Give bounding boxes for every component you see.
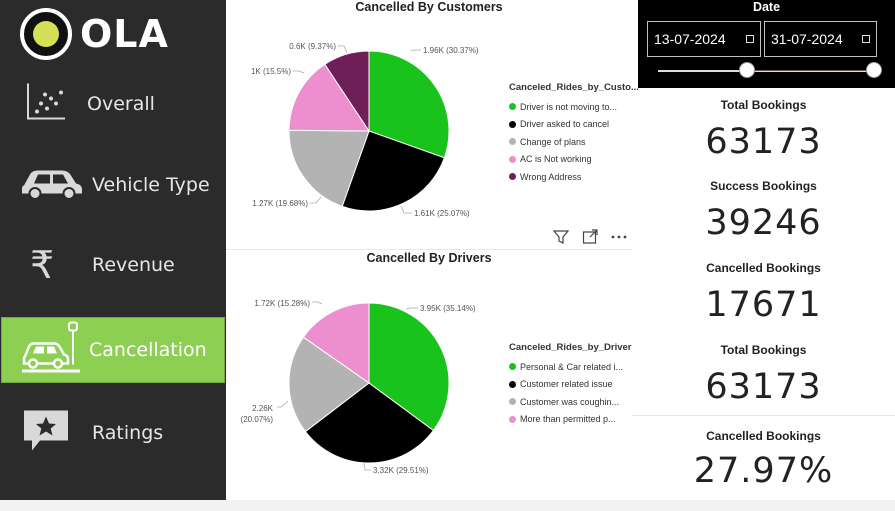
data-label: 1K (15.5%) (251, 67, 291, 76)
legend-dot (509, 415, 516, 423)
legend-label: Customer was coughin... (520, 396, 620, 407)
kpi-value-cancelled-bookings: 17671 (705, 285, 822, 325)
star-speech-bubble-icon (22, 409, 70, 458)
legend-label: Wrong Address (520, 171, 582, 182)
legend-dot (509, 138, 516, 146)
legend-item[interactable]: Driver is not moving to... (509, 98, 639, 116)
legend-dot (509, 120, 516, 128)
legend-dot (509, 173, 516, 181)
data-label: 3.95K (35.14%) (420, 304, 476, 313)
kpi-label-cancellation-rate: Cancelled Bookings (706, 429, 821, 443)
leader-line (310, 196, 322, 204)
kpi-label-cancelled-bookings: Cancelled Bookings (706, 261, 821, 275)
leader-line (293, 70, 305, 74)
bottom-strip (0, 500, 895, 511)
nav-label-revenue: Revenue (92, 254, 175, 276)
drivers-legend: Canceled_Rides_by_Driver Personal & Car … (509, 342, 632, 428)
data-label: 1.96K (30.37%) (423, 46, 479, 55)
legend-dot (509, 155, 516, 163)
start-date-input[interactable]: 13-07-2024 (647, 21, 761, 57)
legend-dot (509, 398, 516, 406)
kpi-label-total-bookings-2: Total Bookings (720, 343, 807, 357)
legend-item[interactable]: More than permitted p... (509, 411, 632, 429)
legend-item[interactable]: AC is Not working (509, 151, 639, 169)
legend-label: Customer related issue (520, 379, 613, 390)
kpi-value-total-bookings-2: 63173 (705, 367, 822, 407)
leader-line (312, 301, 323, 305)
car-parking-icon (22, 321, 82, 380)
data-label: 1.27K (19.68%) (252, 199, 308, 208)
legend-item[interactable]: Customer was coughin... (509, 393, 632, 411)
nav-item-ratings[interactable]: Ratings (0, 400, 226, 466)
end-date-value: 31-07-2024 (771, 31, 843, 47)
legend-label: More than permitted p... (520, 414, 616, 425)
focus-mode-icon[interactable] (582, 229, 598, 250)
kpi-value-cancellation-rate: 27.97% (693, 451, 834, 491)
nav-label-vehicle-type: Vehicle Type (92, 174, 210, 196)
customers-legend: Canceled_Rides_by_Custo... Driver is not… (509, 82, 639, 186)
legend-dot (509, 103, 516, 111)
legend-label: Driver is not moving to... (520, 101, 618, 112)
legend-dot (509, 380, 516, 388)
legend-item[interactable]: Wrong Address (509, 168, 639, 186)
legend-title: Canceled_Rides_by_Driver (509, 342, 632, 353)
brand-name: OLA (80, 12, 169, 56)
data-label: 0.6K (9.37%) (289, 42, 336, 51)
car-icon (20, 166, 84, 205)
more-options-icon[interactable] (610, 229, 628, 250)
date-filter-label: Date (752, 0, 781, 14)
end-date-input[interactable]: 31-07-2024 (764, 21, 877, 57)
nav-label-overall: Overall (87, 93, 155, 115)
leader-line (363, 462, 371, 471)
calendar-icon[interactable] (862, 35, 870, 43)
data-label: 1.61K (25.07%) (414, 209, 470, 218)
legend-item[interactable]: Customer related issue (509, 376, 632, 394)
start-date-value: 13-07-2024 (654, 31, 726, 47)
kpi-value-total-bookings: 63173 (705, 122, 822, 162)
leader-line (277, 400, 289, 408)
leader-line (400, 205, 412, 214)
slider-start-handle[interactable] (739, 62, 755, 78)
ola-logo-icon (20, 8, 72, 60)
nav-item-vehicle-type[interactable]: Vehicle Type (0, 152, 226, 218)
nav-item-cancellation[interactable]: Cancellation (1, 317, 225, 383)
leader-line (405, 307, 418, 310)
legend-title: Canceled_Rides_by_Custo... (509, 82, 639, 93)
legend-label: Change of plans (520, 136, 586, 147)
nav-label-ratings: Ratings (92, 422, 164, 444)
filter-icon[interactable] (552, 229, 570, 250)
legend-item[interactable]: Personal & Car related i... (509, 358, 632, 376)
kpi-separator (632, 415, 895, 416)
data-label: 2.26K (252, 404, 274, 413)
ola-logo (20, 8, 72, 65)
legend-dot (509, 363, 516, 371)
customers-chart-panel: Cancelled By Customers 1.96K (30.37%) 1.6… (226, 0, 639, 249)
slider-end-handle[interactable] (866, 62, 882, 78)
data-label: 1.72K (15.28%) (254, 299, 310, 308)
data-label: (20.07%) (241, 415, 274, 424)
sidebar: OLA Overall Vehicle Type ₹ Revenue Cance… (0, 0, 226, 500)
kpi-label-success-bookings: Success Bookings (710, 179, 817, 193)
legend-item[interactable]: Change of plans (509, 133, 639, 151)
legend-label: Driver asked to cancel (520, 119, 610, 130)
leader-line (410, 49, 421, 52)
data-label: 3.32K (29.51%) (373, 466, 429, 475)
kpi-value-success-bookings: 39246 (705, 203, 822, 243)
nav-item-revenue[interactable]: ₹ Revenue (0, 232, 226, 298)
legend-label: Personal & Car related i... (520, 361, 624, 372)
scatter-chart-icon (25, 82, 67, 127)
leader-line (338, 45, 348, 54)
kpi-label-total-bookings: Total Bookings (720, 98, 807, 112)
nav-label-cancellation: Cancellation (89, 339, 207, 361)
date-filter-panel: Date 13-07-2024 31-07-2024 (638, 0, 895, 88)
calendar-icon[interactable] (746, 35, 754, 43)
visual-toolbar (552, 229, 633, 250)
legend-label: AC is Not working (520, 154, 592, 165)
rupee-icon: ₹ (30, 243, 55, 287)
nav-item-overall[interactable]: Overall (0, 71, 226, 137)
date-slider-range (753, 70, 873, 71)
drivers-chart-panel: Cancelled By Drivers 3.95K (35.14%) 3.32K… (226, 250, 632, 500)
legend-item[interactable]: Driver asked to cancel (509, 116, 639, 134)
